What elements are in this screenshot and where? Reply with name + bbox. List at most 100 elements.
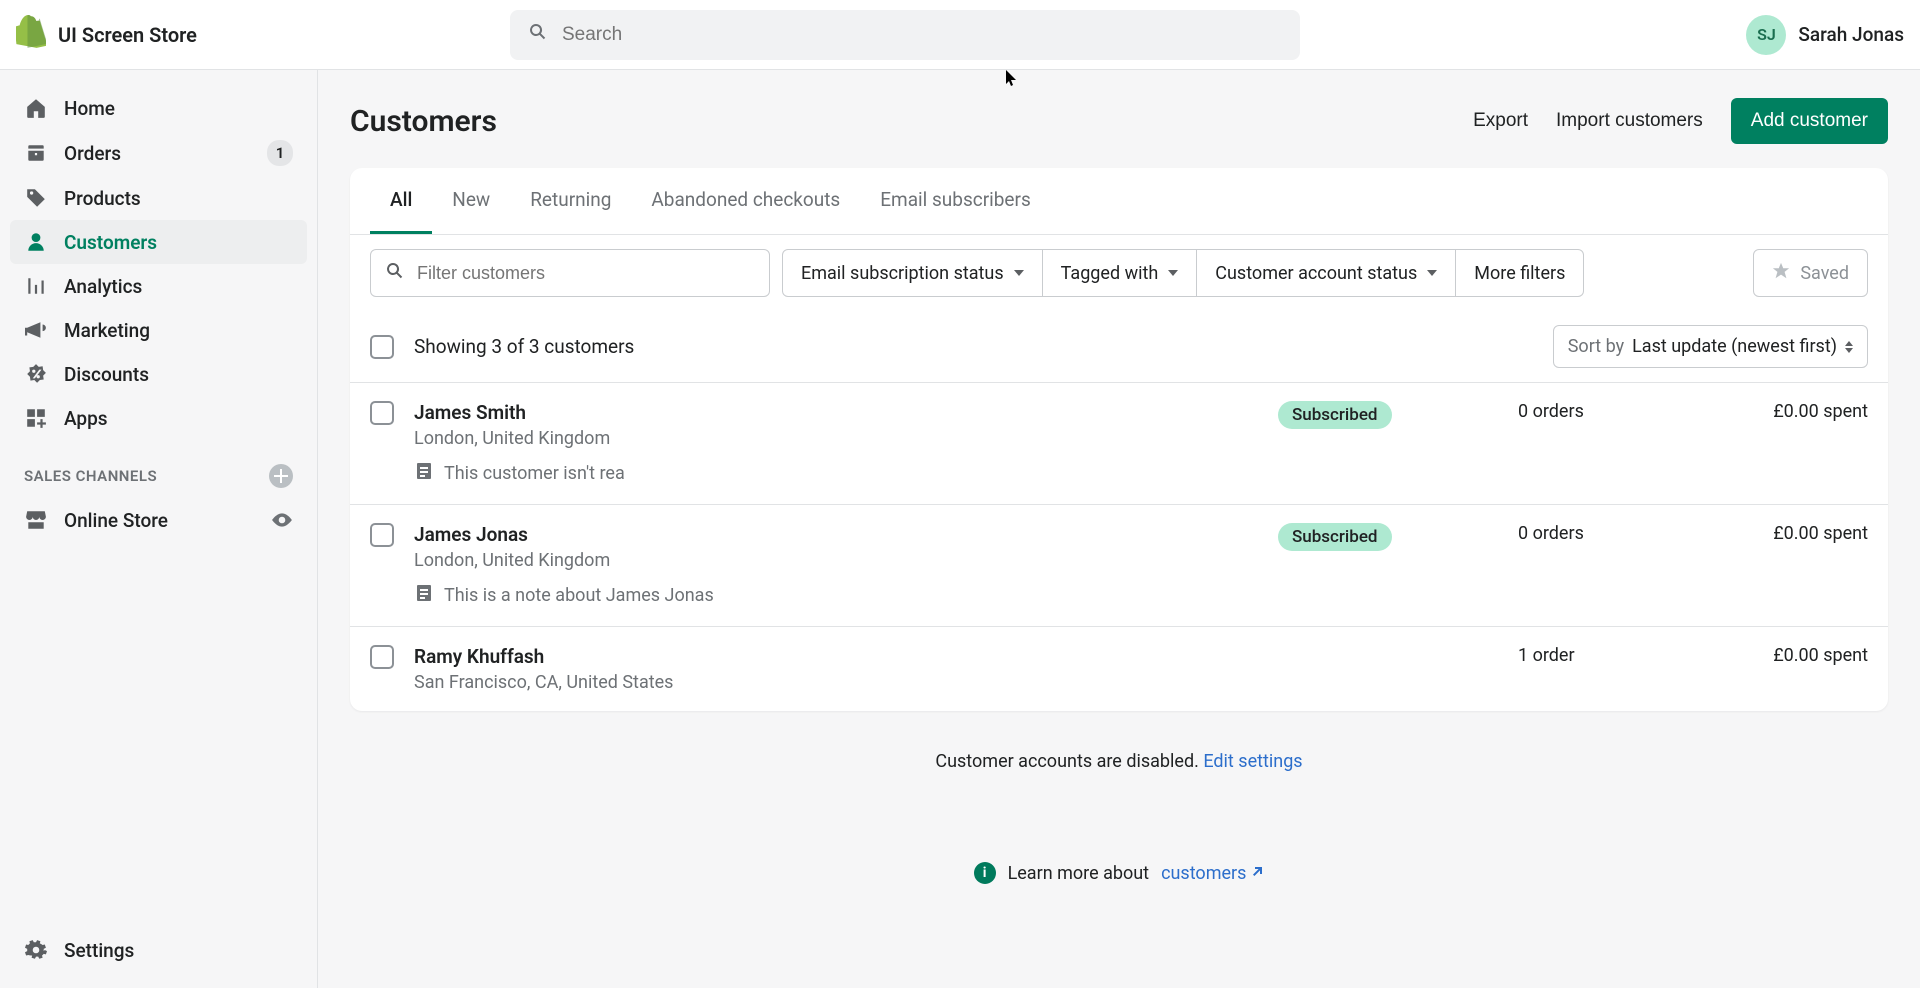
sidebar-item-label: Home [64,97,115,120]
search-icon [528,22,548,47]
eye-icon[interactable] [271,509,293,531]
tag-icon [24,186,48,210]
sidebar-item-label: Apps [64,407,108,430]
tab-email-subscribers[interactable]: Email subscribers [860,168,1051,234]
sidebar-item-label: Analytics [64,275,142,298]
sidebar-item-label: Settings [64,939,134,962]
add-channel-button[interactable] [269,464,293,488]
accounts-disabled-message: Customer accounts are disabled. Edit set… [350,751,1888,772]
sidebar-item-label: Discounts [64,363,149,386]
user-menu[interactable]: SJ Sarah Jonas [1746,15,1904,55]
user-name: Sarah Jonas [1798,23,1904,46]
select-all-checkbox[interactable] [370,335,394,359]
sidebar-item-discounts[interactable]: Discounts [10,352,307,396]
chevron-down-icon [1168,270,1178,276]
tab-new[interactable]: New [432,168,510,234]
customer-note: This is a note about James Jonas [414,583,1258,608]
row-checkbox[interactable] [370,523,394,547]
row-checkbox[interactable] [370,645,394,669]
global-search[interactable] [510,10,1300,60]
customer-row[interactable]: Ramy Khuffash San Francisco, CA, United … [350,626,1888,711]
customers-card: All New Returning Abandoned checkouts Em… [350,168,1888,711]
tab-abandoned[interactable]: Abandoned checkouts [631,168,860,234]
home-icon [24,96,48,120]
star-icon [1772,262,1790,285]
filter-account-status[interactable]: Customer account status [1197,249,1456,297]
sidebar-channel-online-store[interactable]: Online Store [10,498,307,542]
filter-search[interactable] [370,249,770,297]
info-icon: i [974,862,996,884]
sort-dropdown[interactable]: Sort by Last update (newest first) [1553,325,1868,368]
status-badge: Subscribed [1278,401,1392,429]
edit-settings-link[interactable]: Edit settings [1203,751,1302,772]
customer-location: San Francisco, CA, United States [414,672,1258,693]
sort-arrows-icon [1845,341,1853,353]
apps-icon [24,406,48,430]
export-button[interactable]: Export [1473,110,1528,132]
main-content: Customers Export Import customers Add cu… [318,70,1920,988]
analytics-icon [24,274,48,298]
megaphone-icon [24,318,48,342]
sidebar: Home Orders 1 Products Customers Analyti… [0,70,318,988]
orders-icon [24,141,48,165]
sidebar-item-marketing[interactable]: Marketing [10,308,307,352]
add-customer-button[interactable]: Add customer [1731,98,1888,144]
sidebar-item-apps[interactable]: Apps [10,396,307,440]
page-title: Customers [350,104,497,139]
more-filters[interactable]: More filters [1456,249,1584,297]
chevron-down-icon [1014,270,1024,276]
customer-row[interactable]: James Smith London, United Kingdom This … [350,382,1888,504]
customer-spent: £0.00 spent [1718,401,1868,422]
sidebar-item-label: Online Store [64,509,168,532]
row-checkbox[interactable] [370,401,394,425]
customer-orders: 0 orders [1518,523,1698,544]
topbar: UI Screen Store SJ Sarah Jonas [0,0,1920,70]
sidebar-item-home[interactable]: Home [10,86,307,130]
person-icon [24,230,48,254]
customer-orders: 1 order [1518,645,1698,666]
import-customers-button[interactable]: Import customers [1556,110,1703,132]
search-icon [385,261,405,286]
customer-location: London, United Kingdom [414,428,1258,449]
sidebar-item-orders[interactable]: Orders 1 [10,130,307,176]
sidebar-item-label: Products [64,187,141,210]
gear-icon [24,938,48,962]
filter-email-subscription[interactable]: Email subscription status [782,249,1043,297]
search-input[interactable] [562,24,1282,46]
sidebar-item-label: Customers [64,231,157,254]
external-link-icon [1250,863,1264,884]
filter-tagged-with[interactable]: Tagged with [1043,249,1198,297]
customer-spent: £0.00 spent [1718,645,1868,666]
sidebar-item-label: Marketing [64,319,150,342]
sidebar-item-products[interactable]: Products [10,176,307,220]
sidebar-item-label: Orders [64,142,121,165]
filter-search-input[interactable] [417,263,755,284]
customer-name[interactable]: James Jonas [414,523,1258,546]
customer-name[interactable]: Ramy Khuffash [414,645,1258,668]
tab-all[interactable]: All [370,168,432,234]
sidebar-item-analytics[interactable]: Analytics [10,264,307,308]
sales-channels-header: SALES CHANNELS [10,440,307,498]
status-badge: Subscribed [1278,523,1392,551]
tab-returning[interactable]: Returning [510,168,631,234]
orders-badge: 1 [267,140,293,166]
customer-location: London, United Kingdom [414,550,1258,571]
sidebar-item-settings[interactable]: Settings [10,928,307,972]
showing-count: Showing 3 of 3 customers [414,335,634,358]
shopify-logo-icon [16,15,46,54]
note-icon [414,461,434,486]
avatar: SJ [1746,15,1786,55]
store-icon [24,508,48,532]
customer-row[interactable]: James Jonas London, United Kingdom This … [350,504,1888,626]
chevron-down-icon [1427,270,1437,276]
learn-more: i Learn more about customers [350,862,1888,884]
sidebar-item-customers[interactable]: Customers [10,220,307,264]
store-name: UI Screen Store [58,23,197,47]
customer-name[interactable]: James Smith [414,401,1258,424]
learn-more-link[interactable]: customers [1161,863,1264,884]
customer-orders: 0 orders [1518,401,1698,422]
customer-note: This customer isn't rea [414,461,1258,486]
note-icon [414,583,434,608]
customer-spent: £0.00 spent [1718,523,1868,544]
saved-filters[interactable]: Saved [1753,249,1868,297]
